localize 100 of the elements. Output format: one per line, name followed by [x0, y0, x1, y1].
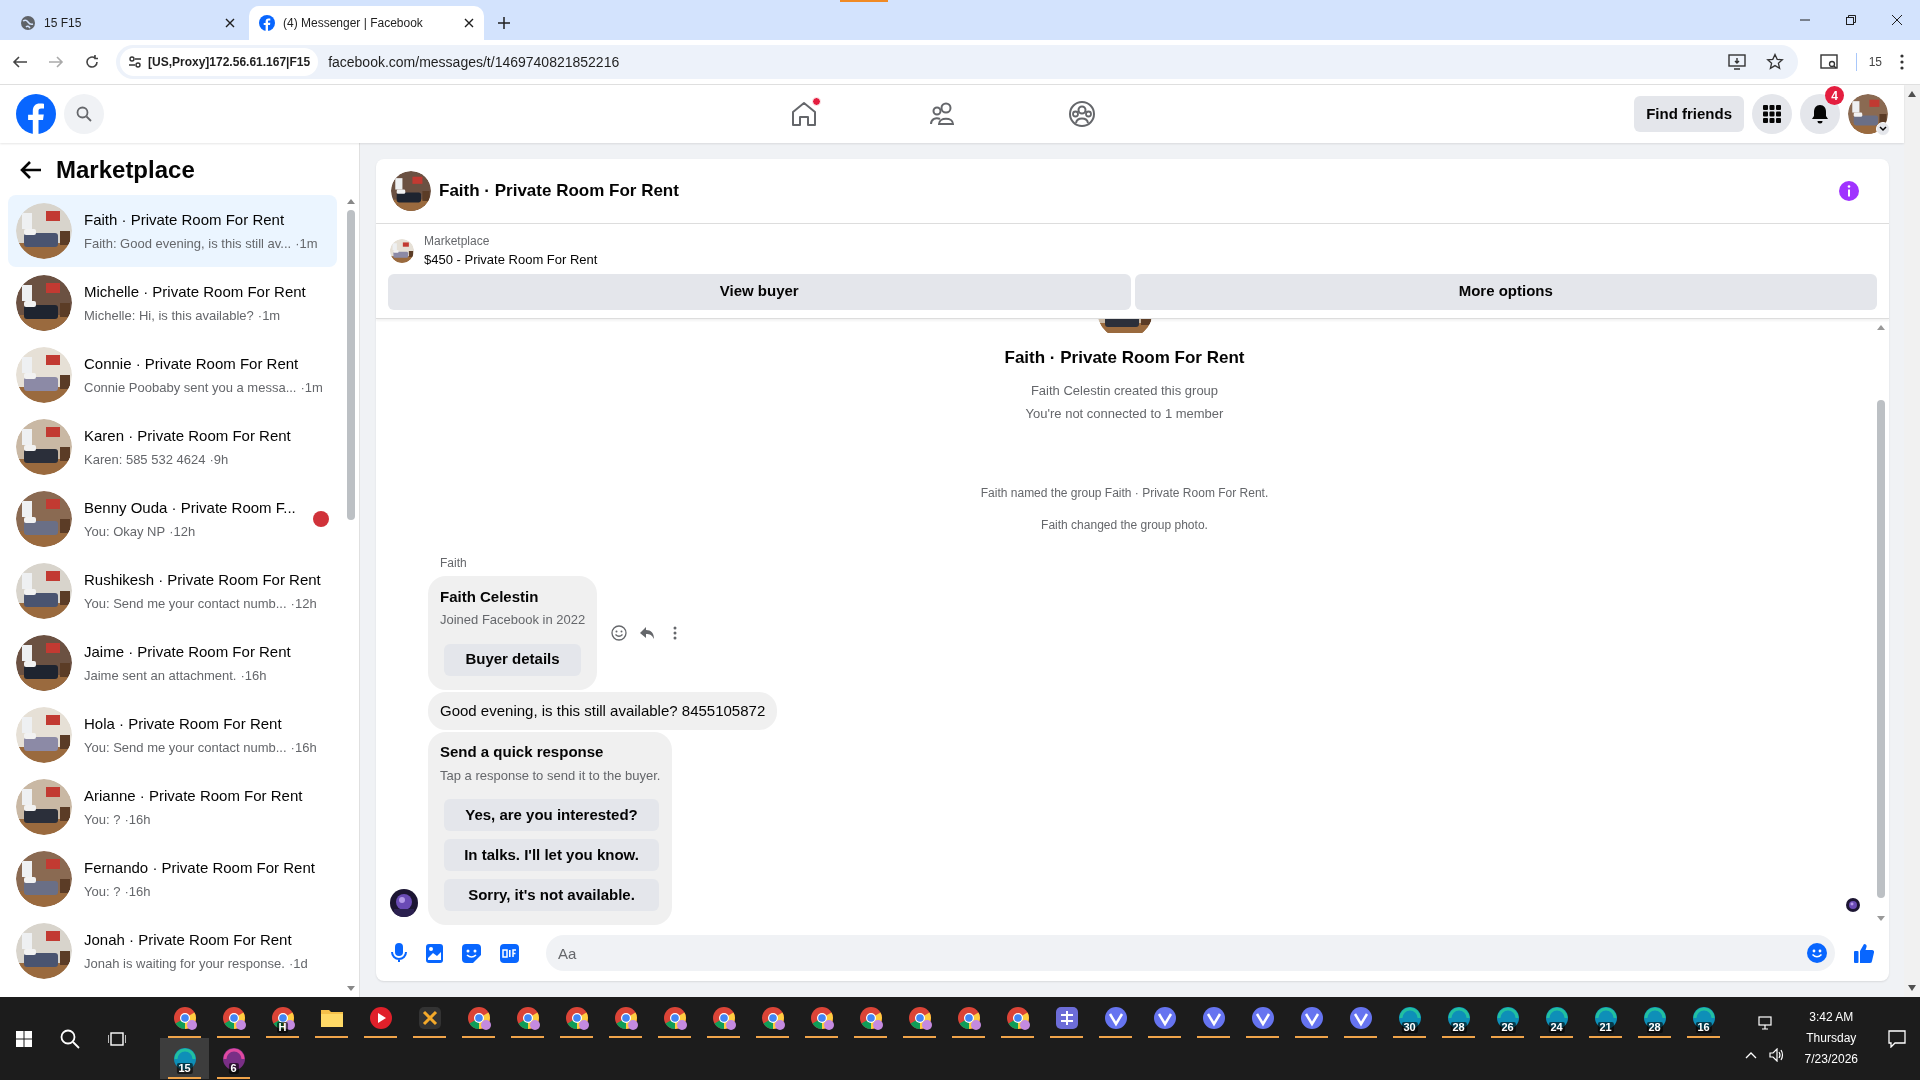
globe-icon: [20, 15, 36, 31]
more-icon[interactable]: [1900, 54, 1904, 70]
nav-tab[interactable]: [790, 100, 818, 128]
app-badge: H: [276, 1022, 289, 1033]
site-info-chip[interactable]: [US,Proxy]172.56.61.167|F15: [120, 48, 319, 76]
notification-center-icon[interactable]: [1888, 1029, 1906, 1048]
info-icon[interactable]: [1839, 181, 1859, 201]
scroll-down-icon[interactable]: [347, 986, 355, 991]
menu-button[interactable]: [1752, 94, 1792, 134]
clock-time: 3:42 AM: [1809, 1009, 1854, 1026]
task-view-icon[interactable]: [108, 1030, 126, 1047]
play-icon: [368, 1005, 393, 1030]
account-menu-button[interactable]: [1876, 122, 1890, 136]
taskbar-app[interactable]: 15: [160, 1038, 209, 1079]
action-button[interactable]: More options: [1134, 273, 1877, 310]
taskbar-app[interactable]: 24: [1532, 997, 1581, 1038]
close-icon[interactable]: [225, 18, 235, 28]
action-button[interactable]: View buyer: [388, 273, 1131, 310]
message-preview: You: ?: [84, 882, 121, 901]
browser-icon: [1005, 1005, 1030, 1030]
more-icon[interactable]: [673, 625, 678, 640]
search-icon[interactable]: [60, 1028, 80, 1049]
app-badge: 21: [1597, 1022, 1614, 1033]
thumbs-up-icon[interactable]: [1854, 943, 1874, 963]
conversation-item[interactable]: Rushikesh · Private Room For Rent You: Send me your contact numb... ·12h: [8, 555, 337, 627]
reload-icon[interactable]: [84, 54, 100, 70]
taskbar-app[interactable]: 26: [1483, 997, 1532, 1038]
browser-tab[interactable]: (4) Messenger | Facebook: [249, 6, 484, 40]
conversation-item[interactable]: Arianne · Private Room For Rent You: ? ·16h: [8, 771, 337, 843]
app-badge: 28: [1450, 1022, 1467, 1033]
scroll-up-icon[interactable]: [347, 199, 355, 204]
message-bubble: Good evening, is this still available? 8455105872: [428, 691, 778, 730]
conversation-title: Faith · Private Room For Rent: [84, 210, 286, 230]
scrollbar-thumb[interactable]: [347, 210, 355, 520]
nav-tab[interactable]: [1068, 100, 1096, 128]
taskbar-app[interactable]: 6: [209, 1038, 258, 1079]
browser-icon: [221, 1005, 246, 1030]
message-input[interactable]: Aa: [546, 935, 1835, 971]
nav-tab[interactable]: [929, 100, 957, 128]
find-friends-button[interactable]: Find friends: [1634, 96, 1744, 132]
browser-tab[interactable]: 15 F15: [10, 6, 245, 40]
conversation-title: Benny Ouda · Private Room F...: [84, 498, 297, 518]
taskbar-app[interactable]: 21: [1581, 997, 1630, 1038]
quick-response-button[interactable]: Sorry, it's not available.: [444, 879, 659, 911]
quick-response-button[interactable]: In talks. I'll let you know.: [444, 839, 659, 871]
sticker-icon[interactable]: [462, 943, 481, 963]
speaker-icon[interactable]: [1768, 1047, 1785, 1062]
quick-response-button[interactable]: Yes, are you interested?: [444, 799, 659, 831]
scrollbar-thumb[interactable]: [1877, 399, 1885, 899]
back-arrow-icon[interactable]: [20, 160, 42, 180]
back-icon[interactable]: [12, 54, 28, 70]
browser-icon: [1299, 1005, 1324, 1030]
conversation-item[interactable]: Connie · Private Room For Rent Connie Poobaby sent you a messa... ·1m: [8, 339, 337, 411]
taskbar-app[interactable]: 28: [1434, 997, 1483, 1038]
message-time: ·16h: [124, 810, 151, 829]
chevron-up-icon[interactable]: [1744, 1050, 1757, 1059]
image-icon[interactable]: [426, 943, 443, 963]
conversation-item[interactable]: Jaime · Private Room For Rent Jaime sent an attachment. ·16h: [8, 627, 337, 699]
star-icon[interactable]: [1765, 53, 1784, 71]
close-icon[interactable]: [464, 18, 474, 28]
emoji-icon[interactable]: [1807, 943, 1827, 963]
buyer-subtitle: Joined Facebook in 2022: [440, 611, 586, 629]
install-icon[interactable]: [1727, 53, 1746, 71]
app-badge: 24: [1548, 1022, 1565, 1033]
conversation-item[interactable]: Benny Ouda · Private Room F... You: Okay NP ·12h: [8, 483, 337, 555]
browser-icon: [662, 1005, 687, 1030]
message-preview: Karen: 585 532 4624: [84, 450, 206, 469]
network-icon[interactable]: [1756, 1015, 1773, 1030]
scroll-up-icon[interactable]: [1908, 91, 1916, 97]
conversation-item[interactable]: Fernando · Private Room For Rent You: ? ·16h: [8, 843, 337, 915]
search-button[interactable]: [64, 94, 104, 134]
emoji-icon[interactable]: [611, 624, 628, 641]
conversation-item[interactable]: Faith · Private Room For Rent Faith: Good evening, is this still av... ·1m: [8, 195, 337, 267]
browser-icon: [172, 1005, 197, 1030]
url-text: facebook.com/messages/t/1469740821852216: [328, 52, 621, 72]
app-icon: [1054, 1005, 1079, 1030]
tab-title: 15 F15: [44, 15, 83, 32]
buyer-details-button[interactable]: Buyer details: [444, 643, 581, 676]
address-bar[interactable]: [US,Proxy]172.56.61.167|F15 facebook.com/messages/t/1469740821852216: [116, 45, 1798, 79]
facebook-logo-icon[interactable]: [16, 94, 56, 134]
taskbar-app[interactable]: 30: [1385, 997, 1434, 1038]
gif-icon[interactable]: [500, 943, 519, 963]
browser-icon: [711, 1005, 736, 1030]
scroll-down-icon[interactable]: [1908, 985, 1916, 991]
new-tab-icon[interactable]: [498, 17, 510, 29]
conversation-item[interactable]: Hola · Private Room For Rent You: Send me your contact numb... ·16h: [8, 699, 337, 771]
profile-count[interactable]: 15: [1868, 53, 1882, 71]
windows-start-icon[interactable]: [16, 1030, 32, 1047]
taskbar-app[interactable]: H: [258, 997, 307, 1038]
tab-title: (4) Messenger | Facebook: [283, 15, 424, 32]
app-badge: 30: [1401, 1022, 1418, 1033]
conversation-item[interactable]: Jonah · Private Room For Rent Jonah is waiting for your response. ·1d: [8, 915, 337, 987]
microphone-icon[interactable]: [391, 943, 407, 963]
conversation-item[interactable]: Karen · Private Room For Rent Karen: 585 532 4624 ·9h: [8, 411, 337, 483]
taskbar-app[interactable]: 28: [1630, 997, 1679, 1038]
taskbar-app[interactable]: 16: [1679, 997, 1728, 1038]
sidepanel-search-icon[interactable]: [1819, 53, 1838, 71]
conversation-item[interactable]: Michelle · Private Room For Rent Michelle: Hi, is this available? ·1m: [8, 267, 337, 339]
browser-icon: [760, 1005, 785, 1030]
clock[interactable]: 3:42 AM Thursday 7/23/2026: [1798, 1007, 1864, 1070]
